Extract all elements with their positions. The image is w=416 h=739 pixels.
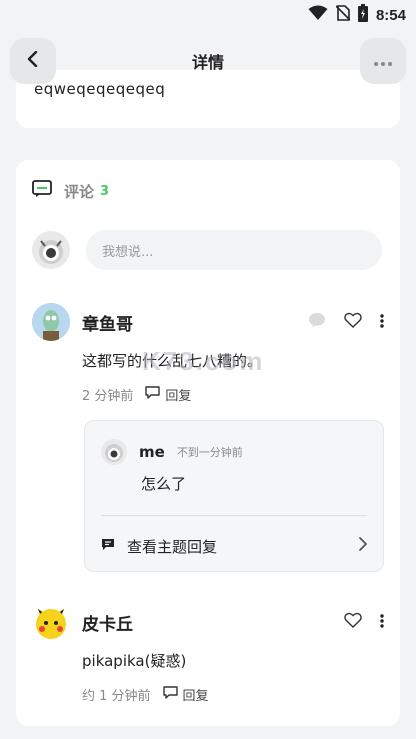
avatar[interactable]	[101, 439, 127, 465]
chevron-right-icon	[359, 537, 367, 555]
comment-section-icon	[32, 180, 52, 202]
comments-count: 3	[100, 183, 110, 199]
watermark: K73.com	[142, 346, 265, 376]
reply-button[interactable]: 回复	[162, 685, 209, 704]
reply-label: 回复	[165, 389, 192, 404]
comment-author[interactable]: 章鱼哥	[82, 310, 133, 335]
comment-text: pikapika(疑惑)	[82, 652, 187, 670]
reply-time: 不到一分钟前	[176, 446, 243, 459]
avatar	[32, 231, 70, 269]
comment-time: 约 1 分钟前	[82, 689, 151, 704]
page-title: 详情	[191, 53, 224, 72]
reply-author[interactable]: me	[139, 443, 165, 461]
comment-item: 皮卡丘 pikapika(疑惑) 约 1 分钟前 回复	[32, 602, 384, 704]
chevron-left-icon	[26, 50, 40, 71]
avatar[interactable]	[32, 303, 70, 341]
battery-icon	[357, 4, 368, 26]
avatar[interactable]	[32, 603, 70, 641]
status-time: 8:54	[375, 6, 406, 24]
comments-card: 评论 3 我想说... 章鱼哥 这都写的什么乱七八糟的。 2 分钟前 回复 me…	[16, 160, 400, 726]
more-button[interactable]	[360, 38, 406, 84]
no-sim-icon	[335, 5, 351, 25]
more-vertical-icon[interactable]	[380, 613, 384, 632]
comments-header: 评论 3	[32, 180, 109, 202]
chat-bubble-icon[interactable]	[308, 312, 326, 332]
view-thread-button[interactable]: 查看主题回复	[101, 529, 367, 563]
back-button[interactable]	[10, 38, 56, 84]
nested-replies: me 不到一分钟前 怎么了 查看主题回复	[84, 420, 384, 572]
comments-label: 评论	[64, 182, 95, 201]
reply-label: 回复	[182, 689, 209, 704]
reply-icon	[162, 686, 178, 703]
compose-row: 我想说...	[32, 230, 382, 270]
view-thread-label: 查看主题回复	[127, 537, 218, 556]
message-icon	[101, 537, 115, 555]
more-horizontal-icon	[373, 52, 393, 71]
heart-icon[interactable]	[344, 312, 362, 332]
comment-time: 2 分钟前	[82, 389, 134, 404]
wifi-icon	[308, 5, 328, 25]
reply-text: 怎么了	[141, 475, 187, 493]
comment-input[interactable]: 我想说...	[86, 230, 382, 270]
app-header: 详情	[0, 30, 416, 92]
status-bar: 8:54	[0, 0, 416, 30]
more-vertical-icon[interactable]	[380, 313, 384, 332]
heart-icon[interactable]	[344, 612, 362, 632]
divider	[101, 515, 367, 516]
reply-button[interactable]: 回复	[145, 385, 191, 404]
comment-author[interactable]: 皮卡丘	[82, 610, 133, 635]
reply-icon	[145, 386, 161, 403]
